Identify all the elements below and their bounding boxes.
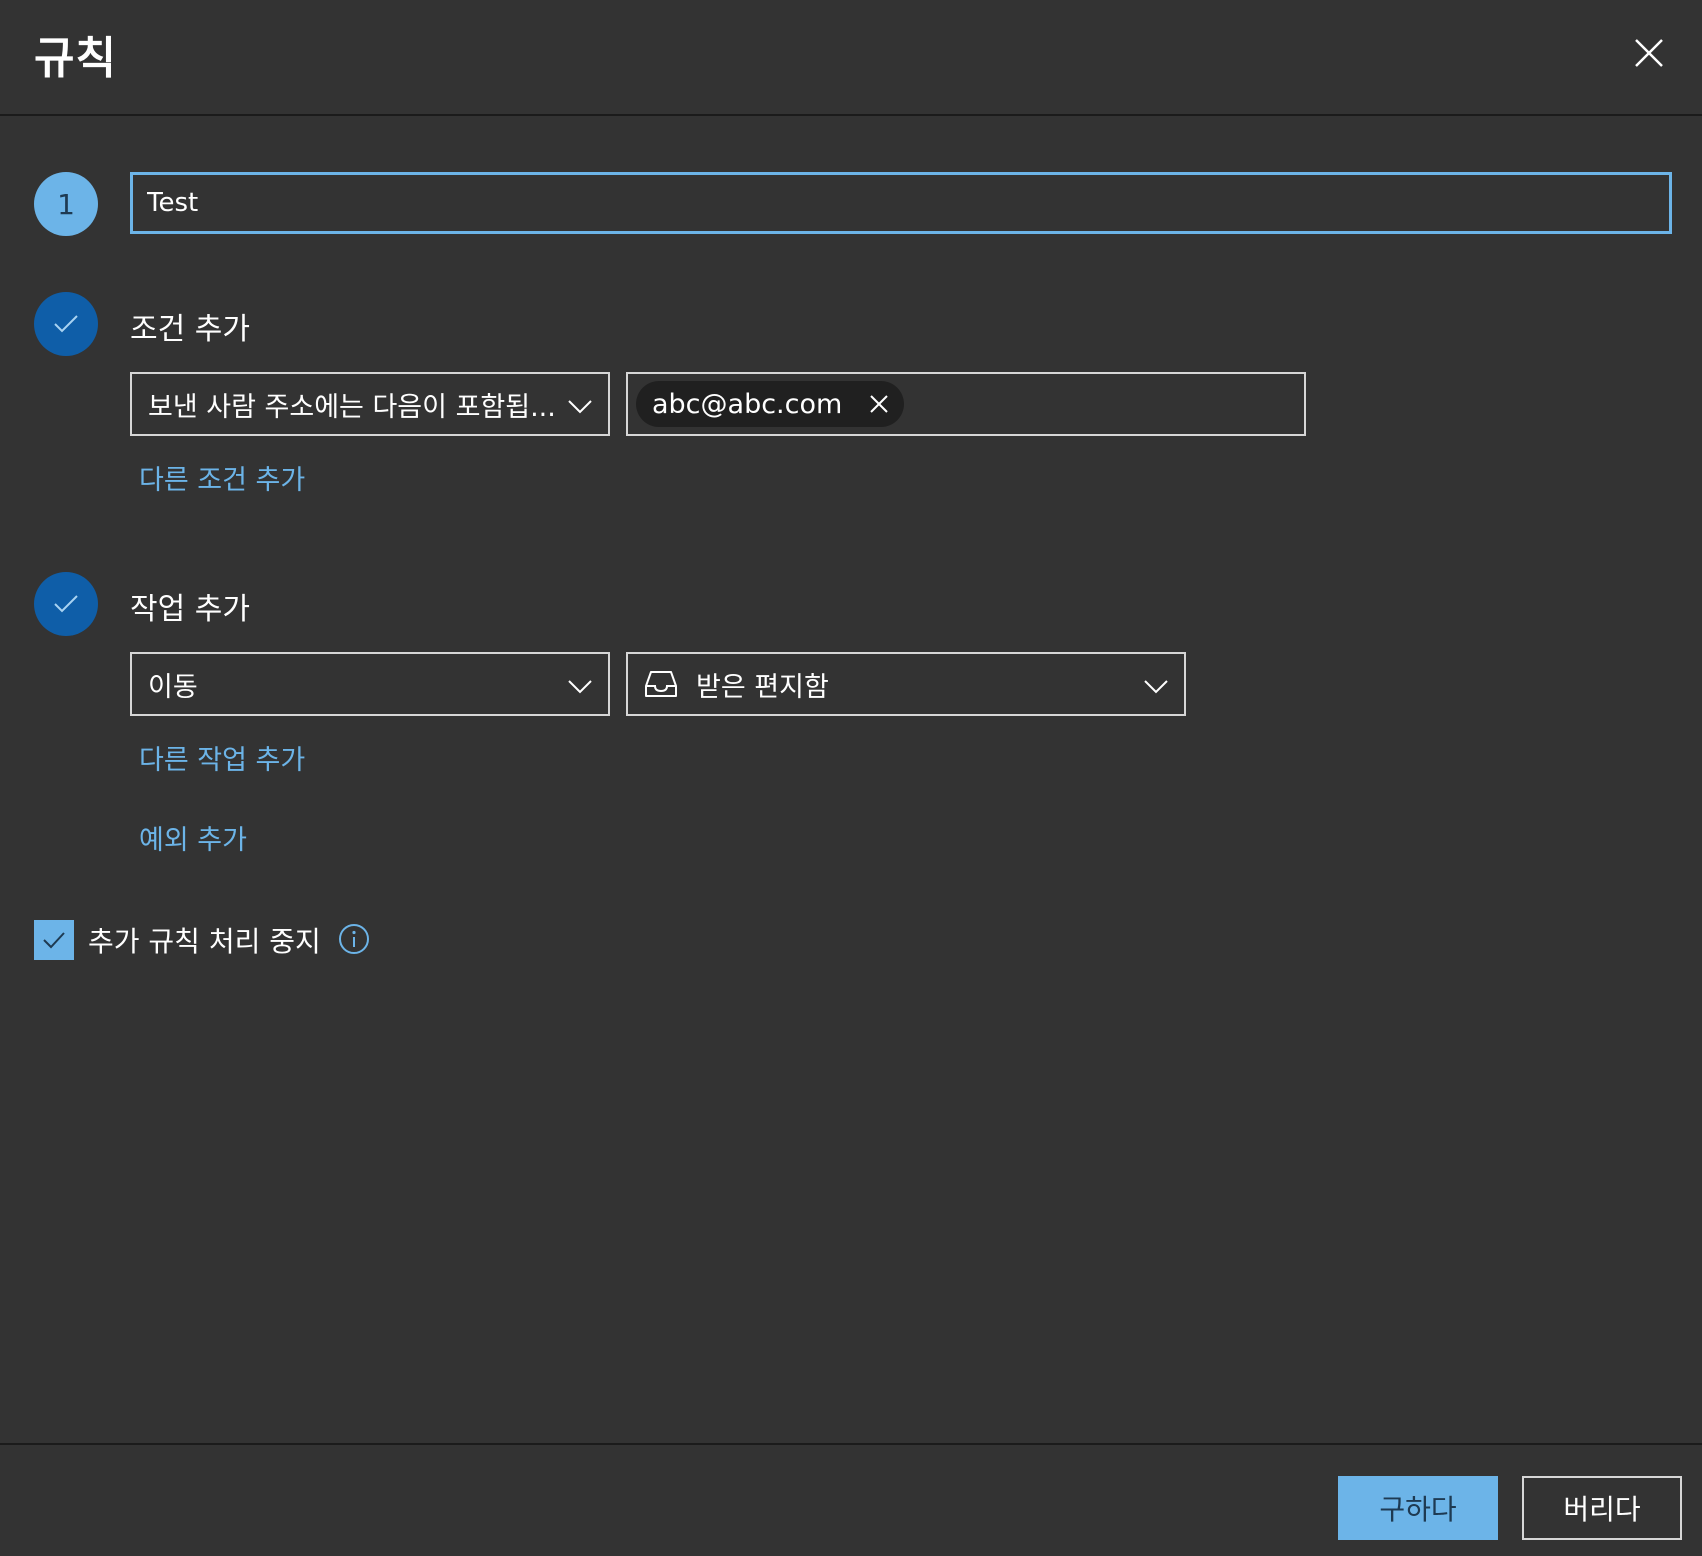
folder-dropdown-value: 받은 편지함 [696, 671, 829, 703]
checkmark-icon [43, 932, 65, 949]
discard-button[interactable]: 버리다 [1522, 1476, 1682, 1540]
checkmark-icon [54, 315, 78, 333]
stop-processing-checkbox[interactable] [34, 920, 74, 960]
dialog-header: 규칙 [0, 0, 1702, 116]
actions-heading: 작업 추가 [130, 592, 250, 627]
inbox-icon [645, 671, 677, 697]
remove-tag-icon[interactable] [868, 393, 890, 415]
conditions-step-badge [34, 292, 98, 356]
action-dropdown-value: 이동 [148, 671, 198, 703]
save-button[interactable]: 구하다 [1338, 1476, 1498, 1540]
action-dropdown[interactable]: 이동 [130, 652, 610, 716]
folder-dropdown[interactable]: 받은 편지함 [626, 652, 1186, 716]
rules-dialog: 규칙 1 조건 추가 보낸 사람 주소에는 다음이 포함됩... abc@abc… [0, 0, 1702, 1556]
stop-processing-label: 추가 규칙 처리 중지 [88, 925, 321, 958]
email-tag-label: abc@abc.com [652, 388, 843, 420]
condition-value-field[interactable]: abc@abc.com [626, 372, 1306, 436]
chevron-down-icon [568, 400, 592, 414]
email-tag-chip: abc@abc.com [636, 381, 905, 427]
condition-dropdown[interactable]: 보낸 사람 주소에는 다음이 포함됩... [130, 372, 610, 436]
add-action-link[interactable]: 다른 작업 추가 [139, 738, 305, 777]
conditions-heading: 조건 추가 [130, 312, 250, 347]
chevron-down-icon [568, 680, 592, 694]
dialog-title: 규칙 [34, 33, 117, 84]
actions-step-badge [34, 572, 98, 636]
checkmark-icon [54, 595, 78, 613]
step-number-badge: 1 [34, 172, 98, 236]
close-icon [1635, 39, 1663, 67]
add-exception-link[interactable]: 예외 추가 [139, 818, 247, 857]
footer-divider [0, 1443, 1702, 1445]
condition-dropdown-value: 보낸 사람 주소에는 다음이 포함됩... [148, 391, 556, 423]
add-condition-link[interactable]: 다른 조건 추가 [139, 458, 305, 497]
chevron-down-icon [1144, 680, 1168, 694]
rule-name-input[interactable] [130, 172, 1672, 234]
info-icon[interactable] [338, 923, 370, 955]
close-button[interactable] [1630, 34, 1668, 72]
